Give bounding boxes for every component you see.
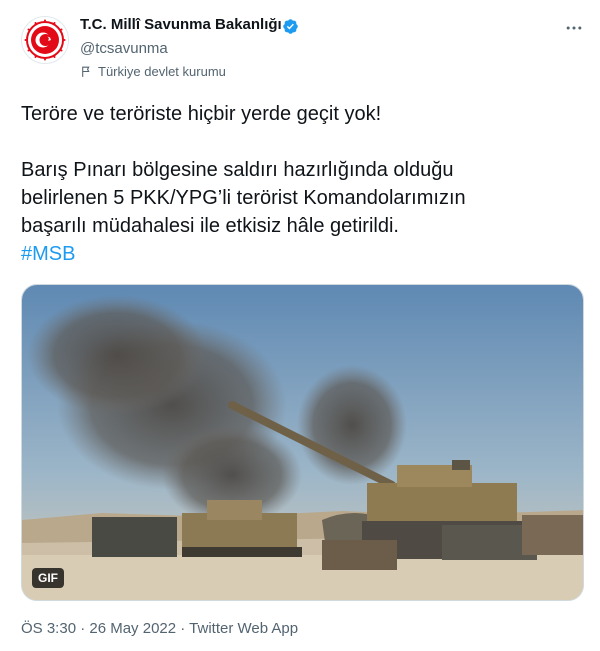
more-options-icon[interactable] — [564, 18, 584, 38]
gif-badge: GIF — [32, 568, 64, 588]
flag-icon — [82, 66, 90, 77]
author-handle[interactable]: @tcsavunma — [80, 40, 168, 57]
account-label: Türkiye devlet kurumu — [80, 64, 226, 79]
avatar[interactable] — [21, 16, 69, 64]
ministry-seal-icon — [21, 16, 69, 64]
verified-badge-icon — [283, 19, 298, 34]
tweet-text-line: başarılı müdahalesi ile etkisiz hâle get… — [21, 215, 399, 237]
hashtag-link[interactable]: #MSB — [21, 243, 75, 265]
tweet-text-line: Teröre ve teröriste hiçbir yerde geçit y… — [21, 103, 382, 125]
tweet-text-line: belirlenen 5 PKK/YPG’li terörist Komando… — [21, 187, 466, 209]
tweet-media[interactable]: GIF — [21, 284, 584, 601]
tweet-timestamp[interactable]: ÖS 3:30 · 26 May 2022 · Twitter Web App — [21, 620, 298, 637]
account-label-text: Türkiye devlet kurumu — [98, 64, 226, 79]
artillery-photo — [22, 285, 583, 600]
author-name[interactable]: T.C. Millî Savunma Bakanlığı — [80, 16, 282, 33]
tweet-text-line: Barış Pınarı bölgesine saldırı hazırlığı… — [21, 159, 454, 181]
tweet-text: Teröre ve teröriste hiçbir yerde geçit y… — [21, 100, 581, 268]
